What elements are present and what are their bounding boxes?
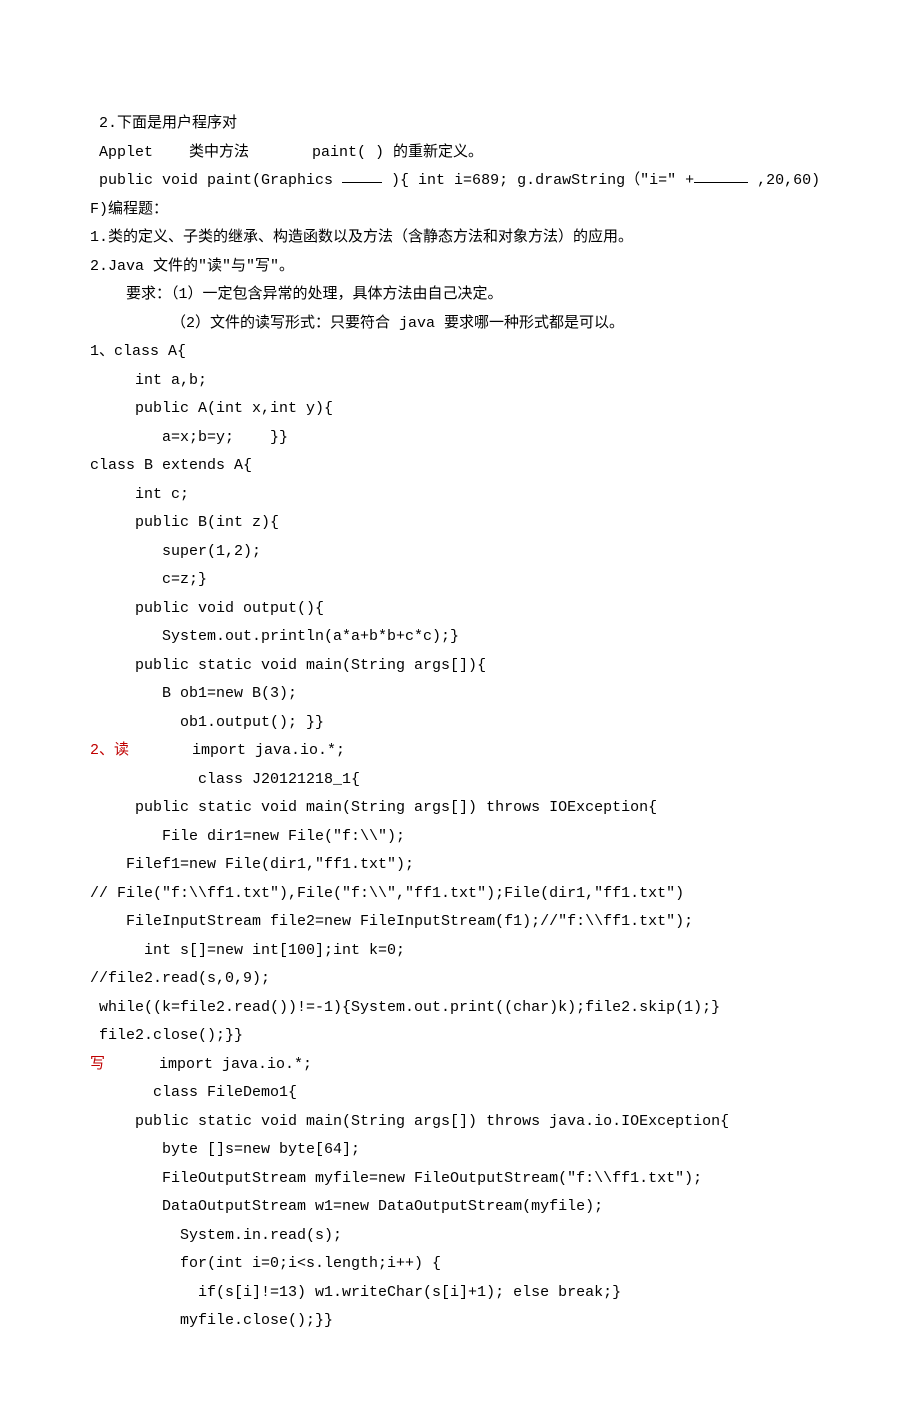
document-line: byte []s=new byte[64]; <box>90 1136 830 1165</box>
document-line: // File("f:\\ff1.txt"),File("f:\\","ff1.… <box>90 880 830 909</box>
text-segment: class B extends A{ <box>90 457 252 474</box>
text-segment: public void output(){ <box>90 600 324 617</box>
document-line: 2、读 import java.io.*; <box>90 737 830 766</box>
document-line: Filef1=new File(dir1,"ff1.txt"); <box>90 851 830 880</box>
document-line: FileOutputStream myfile=new FileOutputSt… <box>90 1165 830 1194</box>
text-segment: int a,b; <box>90 372 207 389</box>
document-line: 2.Java 文件的"读"与"写"。 <box>90 253 830 282</box>
document-line: FileInputStream file2=new FileInputStrea… <box>90 908 830 937</box>
document-line: for(int i=0;i<s.length;i++) { <box>90 1250 830 1279</box>
text-segment: 写 <box>90 1056 105 1073</box>
text-segment: ){ int i=689; g.drawString（"i=" + <box>382 172 694 189</box>
text-segment: public static void main(String args[]) t… <box>90 799 657 816</box>
document-line: public A(int x,int y){ <box>90 395 830 424</box>
document-line: 1、class A{ <box>90 338 830 367</box>
document-line: System.out.println(a*a+b*b+c*c);} <box>90 623 830 652</box>
document-line: public B(int z){ <box>90 509 830 538</box>
document-line: while((k=file2.read())!=-1){System.out.p… <box>90 994 830 1023</box>
text-segment: c=z;} <box>90 571 207 588</box>
document-line: 要求：（1）一定包含异常的处理，具体方法由自己决定。 <box>90 281 830 310</box>
document-line: 1.类的定义、子类的继承、构造函数以及方法（含静态方法和对象方法）的应用。 <box>90 224 830 253</box>
text-segment: F)编程题： <box>90 201 168 218</box>
document-line: 写 import java.io.*; <box>90 1051 830 1080</box>
document-line: //file2.read(s,0,9); <box>90 965 830 994</box>
document-line: super(1,2); <box>90 538 830 567</box>
text-segment: public static void main(String args[]) t… <box>90 1113 729 1130</box>
text-segment: public B(int z){ <box>90 514 279 531</box>
text-segment: public A(int x,int y){ <box>90 400 333 417</box>
document-line: int a,b; <box>90 367 830 396</box>
text-segment: Filef1=new File(dir1,"ff1.txt"); <box>90 856 414 873</box>
text-segment: public void paint(Graphics <box>90 172 342 189</box>
document-line: public void output(){ <box>90 595 830 624</box>
document-line: Applet 类中方法 paint( ) 的重新定义。 <box>90 139 830 168</box>
text-segment: super(1,2); <box>90 543 261 560</box>
document-line: int s[]=new int[100];int k=0; <box>90 937 830 966</box>
document-line: c=z;} <box>90 566 830 595</box>
text-segment: // File("f:\\ff1.txt"),File("f:\\","ff1.… <box>90 885 684 902</box>
text-segment: class J20121218_1{ <box>90 771 360 788</box>
document-line: DataOutputStream w1=new DataOutputStream… <box>90 1193 830 1222</box>
text-segment: FileOutputStream myfile=new FileOutputSt… <box>90 1170 702 1187</box>
text-segment: ,20,60) <box>748 172 820 189</box>
text-segment: System.in.read(s); <box>90 1227 342 1244</box>
document-line: if(s[i]!=13) w1.writeChar(s[i]+1); else … <box>90 1279 830 1308</box>
document-line: public static void main(String args[]) t… <box>90 1108 830 1137</box>
text-segment: 1、class A{ <box>90 343 186 360</box>
text-segment: for(int i=0;i<s.length;i++) { <box>90 1255 441 1272</box>
fill-in-blank <box>342 167 382 183</box>
text-segment: 2、读 <box>90 742 129 759</box>
document-line: file2.close();}} <box>90 1022 830 1051</box>
text-segment: int s[]=new int[100];int k=0; <box>90 942 405 959</box>
text-segment: ob1.output(); }} <box>90 714 324 731</box>
text-segment: 2.Java 文件的"读"与"写"。 <box>90 258 294 275</box>
document-line: int c; <box>90 481 830 510</box>
text-segment: byte []s=new byte[64]; <box>90 1141 360 1158</box>
document-line: B ob1=new B(3); <box>90 680 830 709</box>
document-line: class J20121218_1{ <box>90 766 830 795</box>
document-line: public void paint(Graphics ){ int i=689;… <box>90 167 830 196</box>
document-line: myfile.close();}} <box>90 1307 830 1336</box>
text-segment: DataOutputStream w1=new DataOutputStream… <box>90 1198 603 1215</box>
document-line: ob1.output(); }} <box>90 709 830 738</box>
text-segment: B ob1=new B(3); <box>90 685 297 702</box>
text-segment: 1.类的定义、子类的继承、构造函数以及方法（含静态方法和对象方法）的应用。 <box>90 229 633 246</box>
text-segment: myfile.close();}} <box>90 1312 333 1329</box>
text-segment: import java.io.*; <box>105 1056 312 1073</box>
text-segment: a=x;b=y; }} <box>90 429 288 446</box>
document-page: 2.下面是用户程序对 Applet 类中方法 paint( ) 的重新定义。 p… <box>0 0 920 1426</box>
text-segment: int c; <box>90 486 189 503</box>
document-line: System.in.read(s); <box>90 1222 830 1251</box>
document-line: F)编程题： <box>90 196 830 225</box>
text-segment: file2.close();}} <box>90 1027 243 1044</box>
document-line: public static void main(String args[]){ <box>90 652 830 681</box>
fill-in-blank <box>694 167 748 183</box>
document-line: （2）文件的读写形式：只要符合 java 要求哪一种形式都是可以。 <box>90 310 830 339</box>
text-segment: 2.下面是用户程序对 <box>90 115 237 132</box>
text-segment: 要求：（1）一定包含异常的处理，具体方法由自己决定。 <box>90 286 503 303</box>
text-segment: import java.io.*; <box>129 742 345 759</box>
text-segment: if(s[i]!=13) w1.writeChar(s[i]+1); else … <box>90 1284 621 1301</box>
document-line: public static void main(String args[]) t… <box>90 794 830 823</box>
text-segment: File dir1=new File("f:\\"); <box>90 828 405 845</box>
document-line: a=x;b=y; }} <box>90 424 830 453</box>
text-segment: （2）文件的读写形式：只要符合 java 要求哪一种形式都是可以。 <box>90 315 624 332</box>
text-segment: Applet 类中方法 paint( ) 的重新定义。 <box>90 144 483 161</box>
text-segment: //file2.read(s,0,9); <box>90 970 270 987</box>
text-segment: class FileDemo1{ <box>90 1084 297 1101</box>
text-segment: FileInputStream file2=new FileInputStrea… <box>90 913 693 930</box>
document-line: 2.下面是用户程序对 <box>90 110 830 139</box>
text-segment: public static void main(String args[]){ <box>90 657 486 674</box>
document-line: class B extends A{ <box>90 452 830 481</box>
document-line: File dir1=new File("f:\\"); <box>90 823 830 852</box>
document-line: class FileDemo1{ <box>90 1079 830 1108</box>
text-segment: while((k=file2.read())!=-1){System.out.p… <box>90 999 720 1016</box>
text-segment: System.out.println(a*a+b*b+c*c);} <box>90 628 459 645</box>
